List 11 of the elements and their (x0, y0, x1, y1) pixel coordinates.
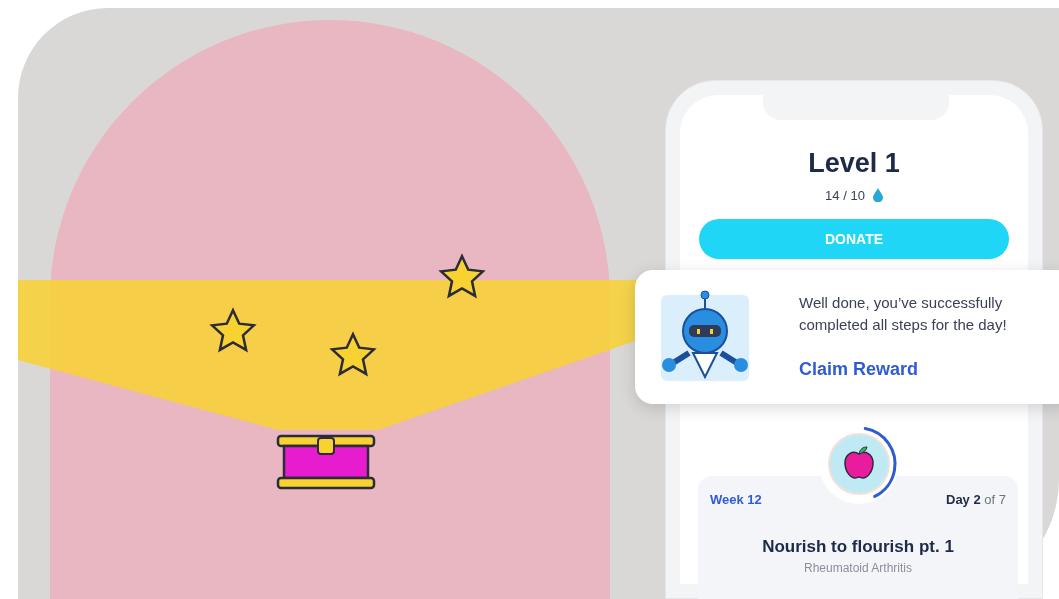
lesson-subtitle: Rheumatoid Arthritis (802, 560, 913, 577)
water-drop-icon (872, 188, 883, 203)
reward-message: Well done, you’ve successfully completed all steps for the day! (799, 292, 1008, 335)
week-label: Week 12 (710, 491, 762, 509)
apple-icon (844, 446, 874, 479)
lesson-title: Nourish to flourish pt. 1 (761, 535, 955, 558)
level-title: Level 1 (808, 147, 900, 180)
treasure-chest-icon (276, 434, 376, 490)
progress-count: 14 / 10 (825, 186, 865, 205)
day-label: Day 2 of 7 (946, 491, 1006, 509)
claim-reward-link[interactable]: Claim Reward (799, 355, 1059, 383)
